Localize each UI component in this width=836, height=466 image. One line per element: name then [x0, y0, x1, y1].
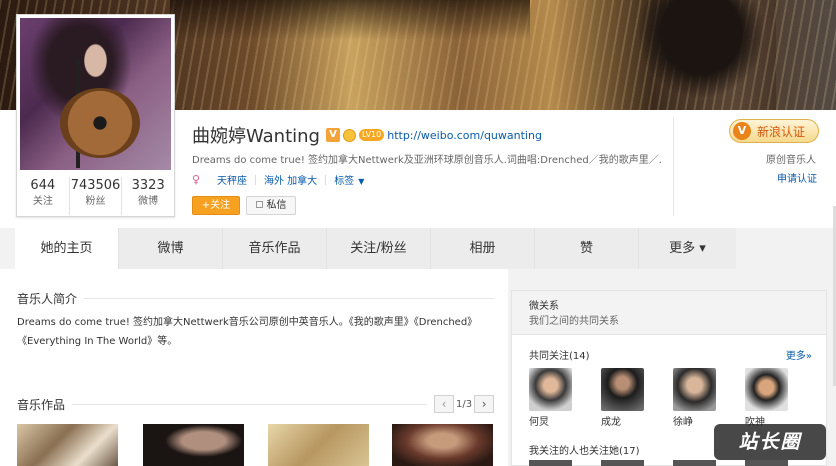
avatar[interactable] [745, 460, 788, 466]
intro-divider [84, 298, 494, 299]
music-divider [72, 404, 427, 405]
tab-more[interactable]: 更多 ▾ [639, 228, 736, 269]
tab-music[interactable]: 音乐作品 [223, 228, 327, 269]
tab-home[interactable]: 她的主页 [15, 228, 119, 269]
avatar[interactable] [529, 460, 572, 466]
album-cover[interactable] [268, 424, 369, 466]
prev-page-button[interactable]: ‹ [434, 395, 454, 413]
also-follow-avatars [529, 460, 819, 466]
cover-person [626, 0, 776, 110]
music-title: 音乐作品 [17, 398, 66, 412]
profile-bio: Dreams do come true! 签约加拿大Nettwerk及亚洲环球原… [192, 155, 662, 166]
intro-text: Dreams do come true! 签约加拿大Nettwerk音乐公司原创… [17, 317, 478, 347]
friend-name[interactable]: 何炅 [529, 413, 572, 428]
follow-button[interactable]: +关注 [192, 196, 240, 215]
location-link[interactable]: 海外 加拿大 [264, 172, 317, 187]
meta-divider [325, 174, 327, 185]
chevron-down-icon: ▼ [358, 177, 365, 186]
friend-item[interactable]: 何炅 [529, 368, 572, 428]
avatar[interactable] [601, 460, 644, 466]
relations-title: 微关系 [529, 301, 559, 312]
relations-subtitle: 我们之间的共同关系 [529, 316, 619, 327]
stat-label: 粉丝 [85, 196, 106, 207]
avatar-card: 644 关注 743506 粉丝 3323 微博 [16, 14, 175, 217]
tab-weibo[interactable]: 微博 [119, 228, 223, 269]
cover-piano-lid [170, 0, 530, 40]
name-row: 曲婉婷Wanting V LV10 http://weibo.com/quwan… [192, 122, 542, 148]
level-badge[interactable]: LV10 [358, 129, 385, 141]
message-button[interactable]: 私信 [246, 196, 296, 215]
cert-button-label: 新浪认证 [757, 124, 806, 139]
stat-weibo[interactable]: 3323 微博 [122, 177, 174, 215]
friend-item[interactable]: 徐峥 [673, 368, 716, 428]
friend-name[interactable]: 徐峥 [673, 413, 716, 428]
album-cover[interactable] [143, 424, 244, 466]
avatar-guitar [60, 88, 140, 158]
avatar[interactable] [529, 368, 572, 411]
also-follow-heading: 我关注的人也关注她(17) [529, 446, 640, 457]
sina-cert-button[interactable]: V 新浪认证 [729, 119, 819, 143]
music-pager: ‹ 1/3 › [434, 395, 495, 413]
tab-like[interactable]: 赞 [535, 228, 639, 269]
main-content: 音乐人简介 Dreams do come true! 签约加拿大Nettwerk… [0, 269, 508, 466]
watermark: 站长圈 [714, 424, 826, 460]
page-indicator: 1/3 [456, 398, 473, 410]
stat-fans[interactable]: 743506 粉丝 [70, 177, 123, 215]
profile-actions: +关注 私信 [192, 196, 296, 215]
more-link[interactable]: 更多» [786, 347, 812, 362]
stat-following[interactable]: 644 关注 [17, 177, 70, 215]
avatar[interactable] [673, 460, 716, 466]
tab-album[interactable]: 相册 [431, 228, 535, 269]
cover-person-edge [776, 0, 836, 110]
profile-tabs: 她的主页 微博 音乐作品 关注/粉丝 相册 赞 更多 ▾ [15, 228, 827, 269]
stat-label: 微博 [138, 196, 159, 207]
emoji-badge-icon[interactable] [342, 128, 356, 142]
meta-divider [255, 174, 256, 185]
profile-name: 曲婉婷Wanting [192, 126, 320, 147]
constellation-link[interactable]: 天秤座 [217, 172, 247, 187]
vip-badge-icon[interactable]: V [325, 128, 340, 142]
stat-label: 关注 [32, 196, 53, 207]
album-cover[interactable] [392, 424, 493, 466]
tags-dropdown[interactable]: 标签 ▼ [334, 172, 364, 187]
stat-num: 743506 [70, 178, 121, 193]
verified-icon: V [733, 122, 751, 140]
avatar[interactable] [745, 368, 788, 411]
common-follow-heading: 共同关注(14) [529, 351, 590, 362]
relations-header: 微关系 我们之间的共同关系 [512, 291, 826, 335]
profile-stats: 644 关注 743506 粉丝 3323 微博 [17, 177, 174, 215]
female-icon: ♀ [192, 173, 201, 186]
album-cover[interactable] [17, 424, 118, 466]
tags-label: 标签 [334, 176, 355, 187]
homepage-link[interactable]: http://weibo.com/quwanting [387, 129, 542, 142]
avatar[interactable] [20, 18, 171, 170]
avatar[interactable] [601, 368, 644, 411]
profile-meta: ♀ 天秤座 海外 加拿大 标签 ▼ [192, 172, 364, 187]
intro-title: 音乐人简介 [17, 292, 78, 306]
profile-divider [673, 118, 674, 216]
friend-item[interactable]: 吹神 [745, 368, 788, 428]
cert-type: 原创音乐人 [766, 155, 816, 166]
friend-item[interactable]: 成龙 [601, 368, 644, 428]
message-label: 私信 [266, 200, 287, 211]
next-page-button[interactable]: › [474, 395, 495, 413]
tab-follow-fans[interactable]: 关注/粉丝 [327, 228, 431, 269]
stat-num: 644 [30, 178, 56, 193]
message-icon [255, 201, 263, 208]
apply-cert-link[interactable]: 申请认证 [777, 170, 817, 185]
stat-num: 3323 [131, 178, 165, 193]
friend-name[interactable]: 成龙 [601, 413, 644, 428]
avatar[interactable] [673, 368, 716, 411]
